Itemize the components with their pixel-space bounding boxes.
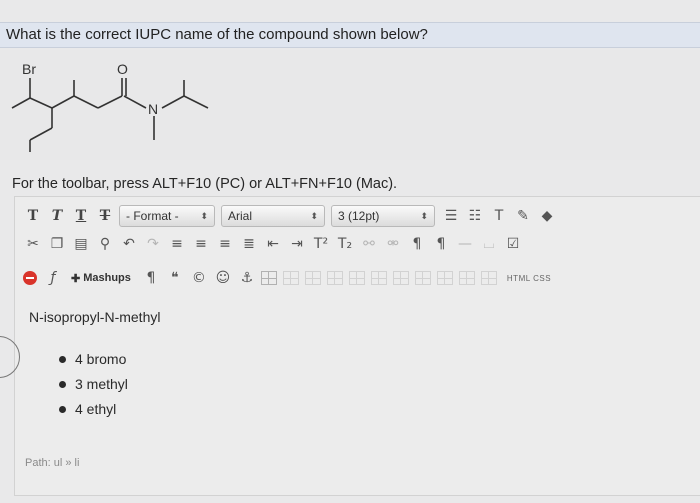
question-text: What is the correct IUPC name of the com… — [6, 26, 428, 43]
numbered-list-icon[interactable]: ☷ — [465, 206, 485, 226]
oxygen-label: O — [117, 61, 128, 77]
toolbar-instruction: For the toolbar, press ALT+F10 (PC) or A… — [12, 176, 398, 192]
molecule-structure: Br O N — [0, 50, 700, 160]
indent-icon[interactable]: ⇥ — [287, 234, 307, 254]
cut-icon[interactable]: ✂ — [23, 234, 43, 254]
table-cell-icon[interactable] — [326, 271, 343, 285]
bullet-list-icon[interactable]: ☰ — [441, 206, 461, 226]
list-item: 3 methyl — [59, 372, 669, 397]
toolbar-row-3: ƒ ✚ Mashups ¶ ❝ © ☺ ⚓ HTML CSS — [23, 265, 551, 291]
editor-content[interactable]: N-isopropyl-N-methyl 4 bromo 3 methyl 4 … — [29, 309, 669, 422]
find-icon[interactable]: ⚲ — [95, 234, 115, 254]
underline-button[interactable]: T — [71, 205, 91, 227]
horizontal-rule-icon[interactable]: — — [455, 234, 475, 254]
align-center-icon[interactable]: ≡ — [191, 234, 211, 254]
bold-button[interactable]: T — [23, 205, 43, 227]
font-size-select-label: 3 (12pt) — [338, 209, 380, 223]
table-row-props-icon[interactable] — [436, 271, 453, 285]
list-item: 4 ethyl — [59, 397, 669, 422]
table-props-icon[interactable] — [414, 271, 431, 285]
subscript-icon[interactable]: T₂ — [335, 234, 355, 254]
answer-first-line: N-isopropyl-N-methyl — [29, 309, 161, 325]
list-item: 4 bromo — [59, 347, 669, 372]
align-right-icon[interactable]: ≡ — [215, 234, 235, 254]
html-css-button[interactable]: HTML CSS — [507, 274, 551, 283]
copy-icon[interactable]: ❐ — [47, 234, 67, 254]
align-justify-icon[interactable]: ≣ — [239, 234, 259, 254]
spellcheck-icon[interactable]: ☑ — [503, 234, 523, 254]
mashups-label: Mashups — [83, 272, 131, 284]
paragraph-icon[interactable]: ¶ — [141, 268, 161, 288]
outdent-icon[interactable]: ⇤ — [263, 234, 283, 254]
paste-icon[interactable]: ▤ — [71, 234, 91, 254]
element-path: Path: ul » li — [25, 457, 80, 469]
align-left-icon[interactable]: ≡ — [167, 234, 187, 254]
formula-icon[interactable]: ƒ — [43, 268, 63, 288]
fullscreen-icon[interactable] — [480, 271, 497, 285]
superscript-icon[interactable]: T² — [311, 234, 331, 254]
undo-icon[interactable]: ↶ — [119, 234, 139, 254]
emoticon-icon[interactable]: ☺ — [213, 268, 233, 288]
rich-text-editor[interactable]: T T T T - Format - ⬍ Arial ⬍ 3 (12pt) ⬍ … — [14, 196, 700, 496]
bromine-label: Br — [22, 61, 36, 77]
stop-icon[interactable] — [23, 271, 37, 285]
chevron-updown-icon: ⬍ — [200, 210, 208, 221]
table-merge-icon[interactable] — [348, 271, 365, 285]
font-family-select[interactable]: Arial ⬍ — [221, 205, 325, 227]
format-select[interactable]: - Format - ⬍ — [119, 205, 215, 227]
plus-icon: ✚ — [71, 272, 81, 285]
table-delete-icon[interactable] — [392, 271, 409, 285]
italic-button[interactable]: T — [47, 205, 67, 227]
font-size-select[interactable]: 3 (12pt) ⬍ — [331, 205, 435, 227]
ltr-icon[interactable]: ¶ — [407, 234, 427, 254]
font-family-select-label: Arial — [228, 209, 253, 223]
table-cell-props-icon[interactable] — [458, 271, 475, 285]
eraser-icon[interactable]: ◆ — [537, 206, 557, 226]
blockquote-icon[interactable]: ❝ — [165, 268, 185, 288]
table-split-icon[interactable] — [370, 271, 387, 285]
redo-icon[interactable]: ↷ — [143, 234, 163, 254]
chevron-updown-icon: ⬍ — [310, 210, 318, 221]
toolbar-row-2: ✂ ❐ ▤ ⚲ ↶ ↷ ≡ ≡ ≡ ≣ ⇤ ⇥ T² T₂ ⚯ ⚮ ¶ ¶ — … — [23, 231, 527, 257]
anchor-icon[interactable]: ⚓ — [237, 268, 257, 288]
unlink-icon[interactable]: ⚮ — [383, 234, 403, 254]
molecule-drawing: Br O N — [11, 61, 209, 152]
chevron-updown-icon: ⬍ — [420, 210, 428, 221]
copyright-icon[interactable]: © — [189, 268, 209, 288]
mashups-button[interactable]: ✚ Mashups — [67, 267, 135, 289]
highlight-pen-icon[interactable]: ✎ — [513, 206, 533, 226]
nonbreaking-space-icon[interactable]: ⌴ — [479, 234, 499, 254]
answer-bullet-list: 4 bromo 3 methyl 4 ethyl — [59, 347, 669, 422]
question-header: What is the correct IUPC name of the com… — [0, 22, 700, 48]
rtl-icon[interactable]: ¶ — [431, 234, 451, 254]
text-color-icon[interactable]: T — [489, 206, 509, 226]
table-col-icon[interactable] — [304, 271, 321, 285]
format-select-label: - Format - — [126, 209, 179, 223]
strikethrough-button[interactable]: T — [95, 205, 115, 227]
table-row-icon[interactable] — [282, 271, 299, 285]
insert-table-icon[interactable] — [260, 271, 277, 285]
toolbar-row-1: T T T T - Format - ⬍ Arial ⬍ 3 (12pt) ⬍ … — [23, 203, 561, 229]
nitrogen-label: N — [148, 101, 158, 117]
link-icon[interactable]: ⚯ — [359, 234, 379, 254]
